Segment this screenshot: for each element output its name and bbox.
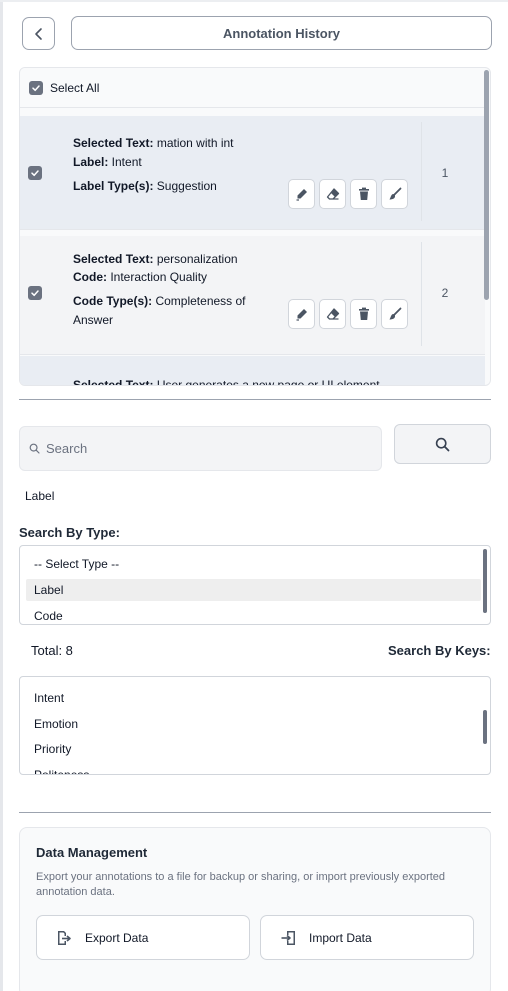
field-value: Completeness of (152, 294, 246, 308)
label-line: Label: Intent (73, 153, 142, 171)
search-button[interactable] (394, 424, 491, 464)
brush-icon (389, 307, 401, 320)
check-icon (31, 290, 39, 297)
page-title-button[interactable]: Annotation History (71, 16, 492, 50)
item-checkbox[interactable] (28, 286, 42, 300)
pen-icon (296, 309, 307, 321)
field-value: User generates a new page or UI element (153, 378, 380, 386)
select-all-label: Select All (50, 80, 100, 95)
field-value: mation with int (153, 136, 234, 150)
field-value: Intent (108, 155, 142, 169)
erase-button[interactable] (319, 179, 346, 209)
check-icon (32, 84, 40, 91)
key-option[interactable]: Intent (26, 687, 481, 709)
item-actions (288, 299, 408, 329)
search-field[interactable] (19, 426, 382, 471)
type-select[interactable]: -- Select Type -- Label Code (19, 545, 491, 625)
item-actions (288, 179, 408, 209)
field-value: Interaction Quality (107, 270, 208, 284)
keys-select-scrollbar[interactable] (483, 710, 487, 744)
delete-button[interactable] (350, 179, 377, 209)
back-button[interactable] (22, 17, 55, 50)
eraser-icon (326, 188, 339, 200)
import-data-button[interactable]: Import Data (260, 915, 474, 960)
data-management-description: Export your annotations to a file for ba… (36, 871, 446, 898)
export-data-button[interactable]: Export Data (36, 915, 250, 960)
keys-select[interactable]: Intent Emotion Priority Politeness (19, 676, 491, 775)
item-index: 1 (441, 166, 449, 180)
key-option[interactable]: Politeness (26, 764, 481, 774)
item-index: 2 (441, 286, 449, 300)
annotation-list: Select All Selected Text: mation with in… (19, 67, 491, 386)
data-management-panel: Data Management Export your annotations … (19, 827, 491, 991)
type-select-scrollbar[interactable] (483, 549, 487, 613)
annotation-item[interactable]: Selected Text: mation with int Label: In… (20, 116, 485, 230)
list-scrollbar[interactable] (484, 70, 489, 300)
selected-text-line: Selected Text: personalization (73, 250, 238, 268)
highlight-button[interactable] (288, 299, 315, 329)
key-option[interactable]: Emotion (26, 713, 481, 735)
label-type-line: Label Type(s): Suggestion (73, 177, 217, 195)
export-icon (58, 930, 71, 945)
field-value: Suggestion (153, 179, 217, 193)
window-left-edge (0, 0, 3, 991)
type-option-code[interactable]: Code (26, 605, 481, 624)
eraser-icon (326, 308, 339, 320)
annotation-item[interactable]: Selected Text: personalization Code: Int… (20, 236, 485, 355)
field-key: Selected Text: (73, 252, 154, 266)
type-option-label[interactable]: Label (26, 579, 481, 601)
field-key: Label Type(s): (73, 179, 154, 193)
window-top-edge (0, 0, 508, 2)
select-all-row[interactable]: Select All (20, 68, 485, 108)
restyle-button[interactable] (381, 179, 408, 209)
erase-button[interactable] (319, 299, 346, 329)
total-count: Total: 8 (31, 643, 73, 658)
type-option-placeholder[interactable]: -- Select Type -- (26, 553, 481, 575)
select-all-checkbox[interactable] (29, 80, 43, 95)
search-by-type-heading: Search By Type: (19, 525, 120, 540)
trash-icon (358, 307, 369, 320)
search-icon (435, 437, 450, 451)
highlight-button[interactable] (288, 179, 315, 209)
code-line: Code: Interaction Quality (73, 268, 207, 286)
section-divider (19, 812, 491, 813)
field-value: personalization (153, 252, 238, 266)
restyle-button[interactable] (381, 299, 408, 329)
field-key: Code Type(s): (73, 294, 153, 308)
search-by-keys-heading: Search By Keys: (388, 643, 491, 658)
data-management-title: Data Management (36, 845, 148, 860)
annotation-item[interactable]: Selected Text: User generates a new page… (20, 356, 485, 386)
import-data-label: Import Data (309, 930, 372, 945)
code-type-line-continued: Answer (73, 313, 114, 327)
selected-text-line: Selected Text: mation with int (73, 134, 234, 152)
field-key: Label: (73, 155, 109, 169)
trash-icon (358, 187, 369, 200)
field-key: Selected Text: (73, 136, 154, 150)
export-data-label: Export Data (85, 930, 149, 945)
check-icon (31, 170, 39, 177)
item-checkbox[interactable] (28, 166, 42, 180)
pen-icon (296, 189, 307, 201)
field-key: Selected Text: (73, 378, 154, 386)
delete-button[interactable] (350, 299, 377, 329)
field-key: Code: (73, 270, 107, 284)
code-type-line: Code Type(s): Completeness of (73, 292, 246, 310)
import-icon (281, 930, 295, 945)
key-option[interactable]: Priority (26, 738, 481, 760)
current-filter-label: Label (25, 489, 55, 503)
brush-icon (389, 187, 401, 200)
search-icon (29, 443, 40, 454)
section-divider (19, 399, 491, 400)
selected-text-line: Selected Text: User generates a new page… (73, 376, 380, 386)
chevron-left-icon (34, 27, 42, 40)
search-input[interactable] (46, 441, 346, 456)
